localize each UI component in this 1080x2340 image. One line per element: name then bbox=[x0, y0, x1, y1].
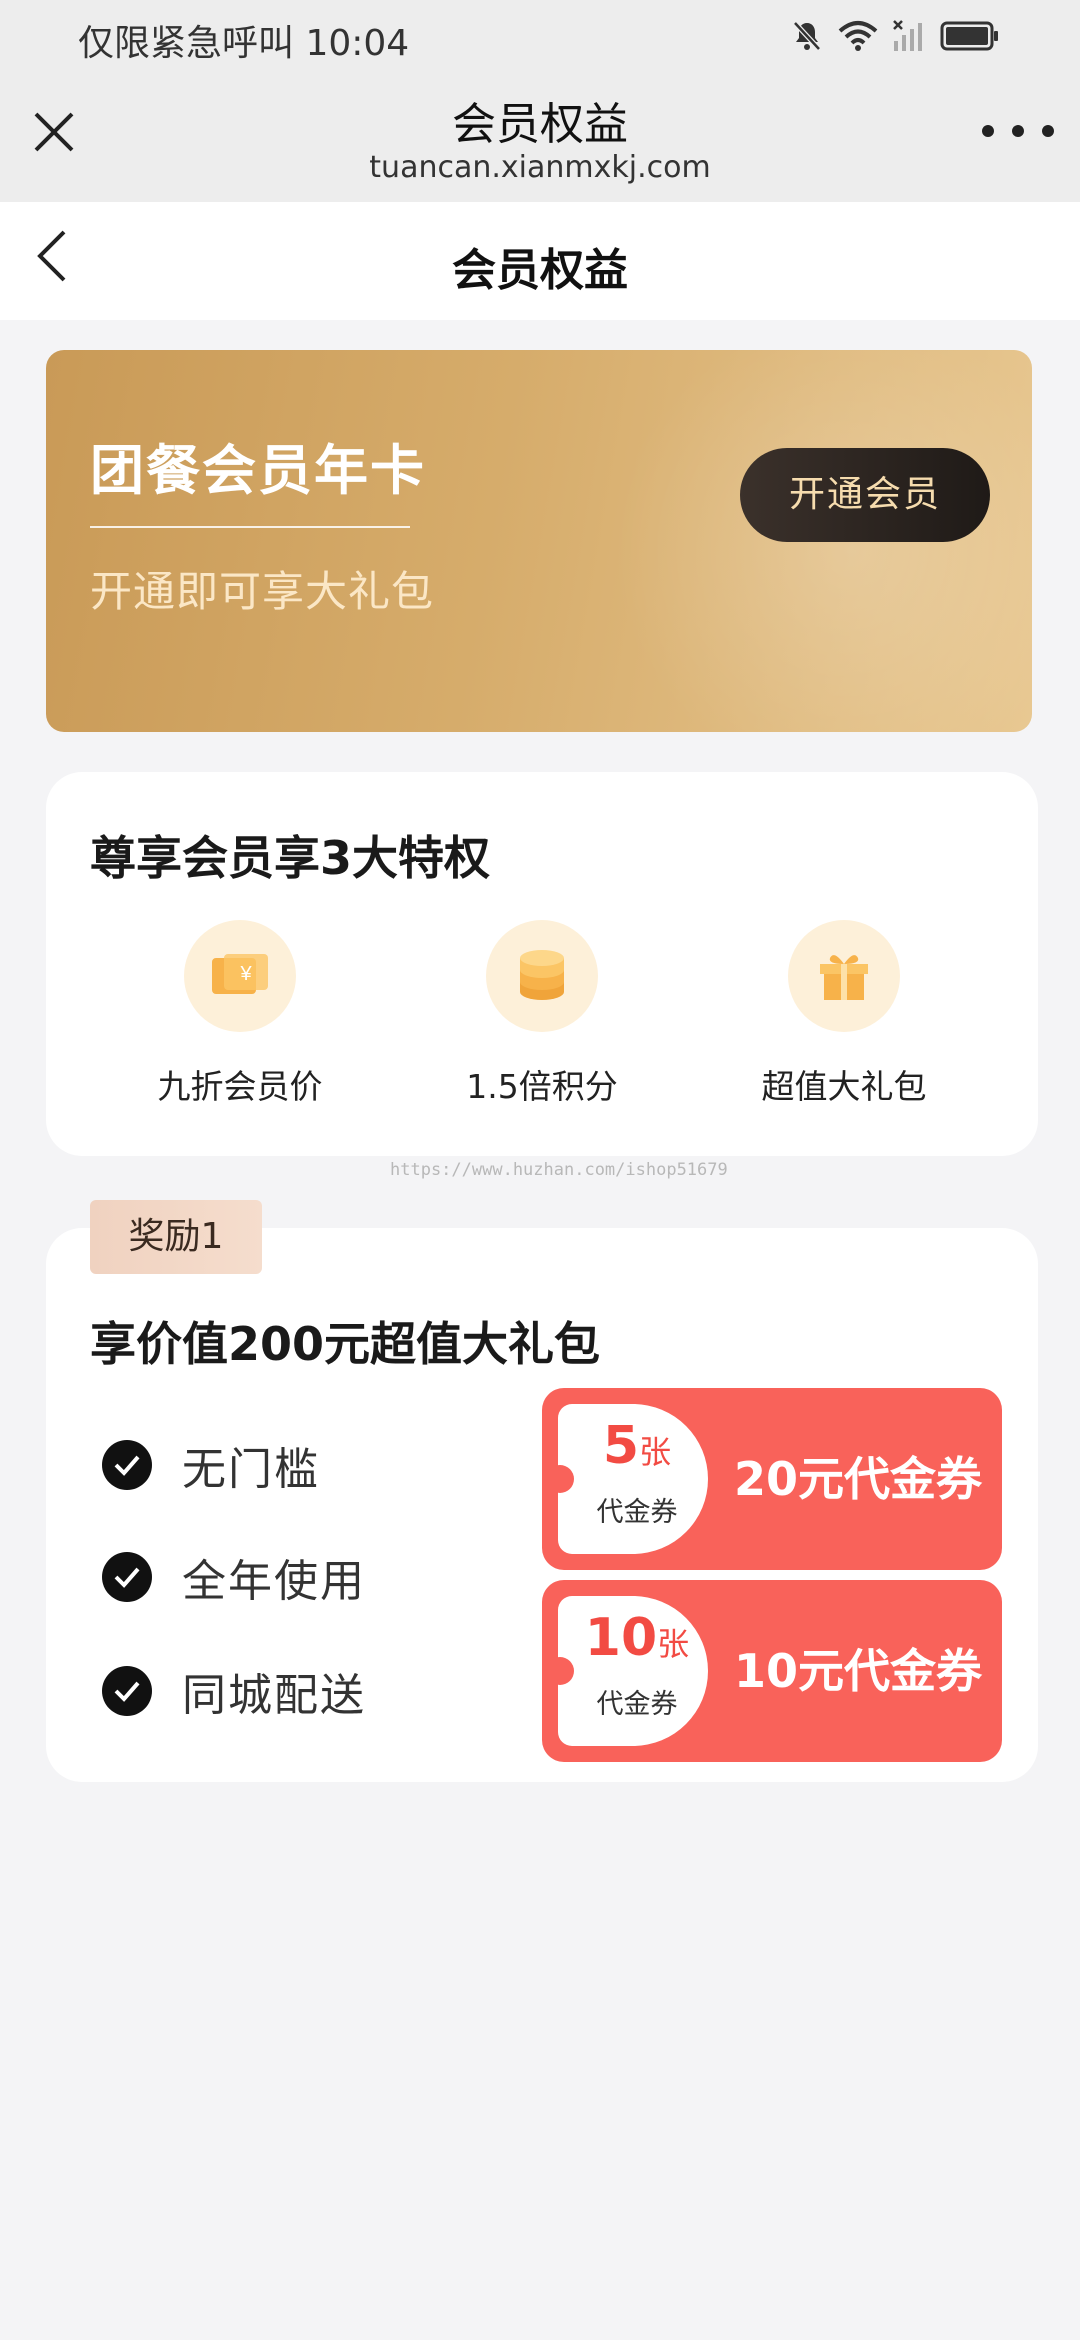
feature-item: 无门槛 bbox=[102, 1430, 320, 1500]
check-circle-icon bbox=[102, 1552, 152, 1602]
privileges-card: 尊享会员享3大特权 ¥ 九折会员价 1.5倍积分 超值大礼包 bbox=[46, 772, 1038, 1156]
member-benefits-page: 仅限紧急呼叫 10:04 会员权益 tuancan.xianmxkj.com 会… bbox=[0, 0, 1080, 2340]
status-bar: 仅限紧急呼叫 10:04 bbox=[0, 0, 1080, 72]
coupon-label: 20元代金券 bbox=[733, 1452, 982, 1506]
ticket-yuan-icon: ¥ bbox=[184, 920, 296, 1032]
reward-tag: 奖励1 bbox=[90, 1200, 262, 1274]
privilege-item-gift: 超值大礼包 bbox=[694, 920, 994, 1130]
coupon-count-unit: 张 bbox=[639, 1433, 672, 1471]
feature-text: 无门槛 bbox=[182, 1444, 320, 1495]
status-text: 仅限紧急呼叫 10:04 bbox=[78, 23, 410, 64]
privilege-item-discount: ¥ 九折会员价 bbox=[90, 920, 390, 1130]
membership-card-subtitle: 开通即可享大礼包 bbox=[90, 567, 435, 616]
coupon-card: 5张 代金券 20元代金券 bbox=[542, 1388, 1002, 1570]
page-nav-bar: 会员权益 bbox=[0, 202, 1080, 320]
privilege-label: 超值大礼包 bbox=[761, 1067, 927, 1106]
feature-text: 同城配送 bbox=[182, 1670, 366, 1721]
gift-box-icon bbox=[788, 920, 900, 1032]
divider bbox=[90, 526, 410, 528]
svg-text:¥: ¥ bbox=[239, 963, 252, 985]
membership-card-title: 团餐会员年卡 bbox=[90, 439, 426, 502]
coupon-type: 代金券 bbox=[596, 1689, 678, 1720]
check-circle-icon bbox=[102, 1440, 152, 1490]
check-circle-icon bbox=[102, 1666, 152, 1716]
coupon-stub: 10张 代金券 bbox=[558, 1596, 708, 1746]
cellular-signal-icon bbox=[893, 20, 922, 51]
privilege-item-points: 1.5倍积分 bbox=[392, 920, 692, 1130]
battery-icon bbox=[940, 21, 998, 51]
more-options-icon[interactable] bbox=[982, 116, 1054, 146]
coupon-count: 5张 bbox=[572, 1416, 702, 1476]
privilege-label: 九折会员价 bbox=[157, 1067, 323, 1106]
browser-url: tuancan.xianmxkj.com bbox=[369, 150, 711, 185]
privileges-title: 尊享会员享3大特权 bbox=[90, 831, 491, 885]
feature-item: 同城配送 bbox=[102, 1656, 366, 1726]
coupon-count-number: 5 bbox=[602, 1416, 640, 1476]
open-membership-button[interactable]: 开通会员 bbox=[740, 448, 990, 542]
status-icons bbox=[790, 16, 1000, 56]
coupon-notch bbox=[546, 1465, 574, 1493]
wifi-icon bbox=[838, 21, 878, 51]
coupon-count-number: 10 bbox=[584, 1608, 658, 1668]
coupon-count: 10张 bbox=[572, 1608, 702, 1668]
bell-muted-icon bbox=[793, 21, 821, 51]
privilege-label: 1.5倍积分 bbox=[466, 1067, 618, 1106]
coupon-type: 代金券 bbox=[596, 1497, 678, 1528]
reward-title: 享价值200元超值大礼包 bbox=[90, 1317, 601, 1371]
browser-title-bar: 会员权益 tuancan.xianmxkj.com bbox=[0, 72, 1080, 202]
coupon-stub: 5张 代金券 bbox=[558, 1404, 708, 1554]
coupon-card: 10张 代金券 10元代金券 bbox=[542, 1580, 1002, 1762]
watermark-text: https://www.huzhan.com/ishop51679 bbox=[390, 1160, 728, 1180]
feature-item: 全年使用 bbox=[102, 1542, 366, 1612]
reward-card: 享价值200元超值大礼包 无门槛 全年使用 同城配送 5张 代金券 20元代金券… bbox=[46, 1228, 1038, 1782]
coupon-notch bbox=[546, 1657, 574, 1685]
page-title: 会员权益 bbox=[452, 245, 628, 296]
feature-text: 全年使用 bbox=[182, 1556, 366, 1607]
browser-page-title: 会员权益 bbox=[452, 99, 628, 150]
coupon-count-unit: 张 bbox=[657, 1625, 690, 1663]
membership-card: 团餐会员年卡 开通即可享大礼包 开通会员 bbox=[46, 350, 1032, 732]
coupon-label: 10元代金券 bbox=[733, 1644, 982, 1698]
coin-stack-icon bbox=[486, 920, 598, 1032]
